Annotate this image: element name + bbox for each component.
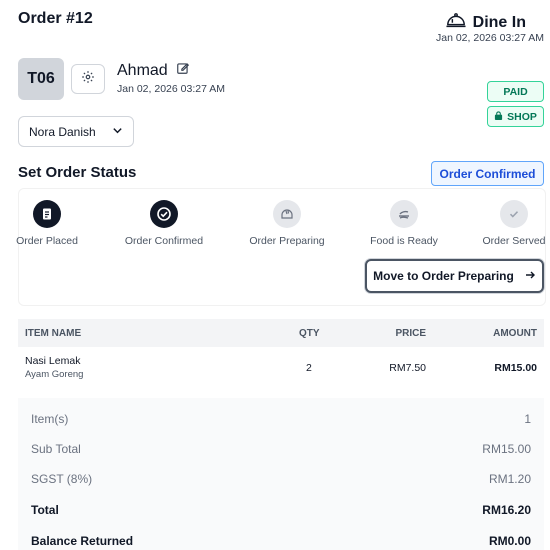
item-variant: Ayam Goreng	[25, 369, 84, 380]
header-price: PRICE	[395, 327, 426, 339]
status-step-order-preparing[interactable]: Order Preparing	[237, 200, 337, 247]
summary-value: RM1.20	[488, 472, 531, 486]
item-name: Nasi Lemak	[25, 355, 81, 367]
summary-value: RM0.00	[488, 534, 531, 548]
summary-label: Sub Total	[31, 442, 81, 456]
summary-balance-row: Balance Returned RM0.00	[31, 531, 531, 550]
status-step-order-confirmed: Order Confirmed	[114, 200, 214, 247]
summary-value: RM15.00	[482, 442, 531, 456]
header-amount: AMOUNT	[493, 327, 537, 339]
status-step-food-ready[interactable]: Food is Ready	[354, 200, 454, 247]
table-badge: T06	[18, 58, 64, 100]
edit-icon[interactable]	[176, 61, 190, 80]
header-item-name: ITEM NAME	[25, 327, 82, 339]
order-title: Order #12	[18, 10, 93, 27]
summary-tax-row: SGST (8%) RM1.20	[31, 469, 531, 489]
current-status-badge: Order Confirmed	[431, 161, 544, 186]
summary-label: Balance Returned	[31, 534, 134, 548]
status-step-label: Order Confirmed	[124, 235, 204, 247]
receipt-icon	[33, 200, 61, 228]
chevron-down-icon	[112, 125, 123, 139]
customer-name: Ahmad	[117, 61, 168, 79]
customer-name-row: Ahmad	[117, 61, 190, 80]
check-icon	[500, 200, 528, 228]
summary-subtotal-row: Sub Total RM15.00	[31, 439, 531, 459]
serving-dish-icon	[390, 200, 418, 228]
payment-status-badge: PAID	[487, 81, 544, 102]
order-datetime: Jan 02, 2026 03:27 AM	[436, 32, 544, 44]
items-table-header: ITEM NAME QTY PRICE AMOUNT	[18, 319, 544, 347]
order-summary: Item(s) 1 Sub Total RM15.00 SGST (8%) RM…	[18, 398, 544, 550]
summary-value: 1	[524, 412, 531, 426]
table-row: Nasi Lemak Ayam Goreng 2 RM7.50 RM15.00	[18, 349, 544, 389]
status-step-order-placed: Order Placed	[0, 200, 97, 247]
summary-total-row: Total RM16.20	[31, 500, 531, 520]
cooking-pot-icon	[273, 200, 301, 228]
status-step-label: Order Placed	[16, 235, 78, 247]
summary-label: SGST (8%)	[31, 472, 93, 486]
summary-label: Item(s)	[31, 412, 69, 426]
status-step-order-served[interactable]: Order Served	[464, 200, 550, 247]
staff-select[interactable]: Nora Danish	[18, 116, 134, 147]
arrow-right-icon	[524, 269, 536, 284]
status-step-label: Order Preparing	[249, 235, 325, 247]
lock-icon	[494, 110, 503, 123]
channel-badge-label: SHOP	[507, 110, 537, 123]
customer-datetime: Jan 02, 2026 03:27 AM	[117, 83, 225, 95]
summary-items-row: Item(s) 1	[31, 409, 531, 429]
status-step-label: Food is Ready	[370, 235, 438, 247]
header-qty: QTY	[299, 327, 320, 339]
channel-badge: SHOP	[487, 106, 544, 127]
move-status-button-label: Move to Order Preparing	[373, 269, 514, 283]
item-qty: 2	[306, 362, 312, 374]
item-amount: RM15.00	[494, 362, 537, 374]
item-price: RM7.50	[389, 362, 426, 374]
settings-button[interactable]	[71, 64, 105, 94]
gear-icon	[81, 70, 95, 89]
status-heading: Set Order Status	[18, 164, 137, 181]
status-step-label: Order Served	[482, 235, 546, 247]
summary-value: RM16.20	[482, 503, 531, 517]
check-circle-icon	[150, 200, 178, 228]
staff-select-value: Nora Danish	[29, 124, 96, 139]
summary-label: Total	[31, 503, 59, 517]
move-status-button[interactable]: Move to Order Preparing	[365, 259, 544, 293]
order-type-label: Dine In	[472, 13, 526, 31]
